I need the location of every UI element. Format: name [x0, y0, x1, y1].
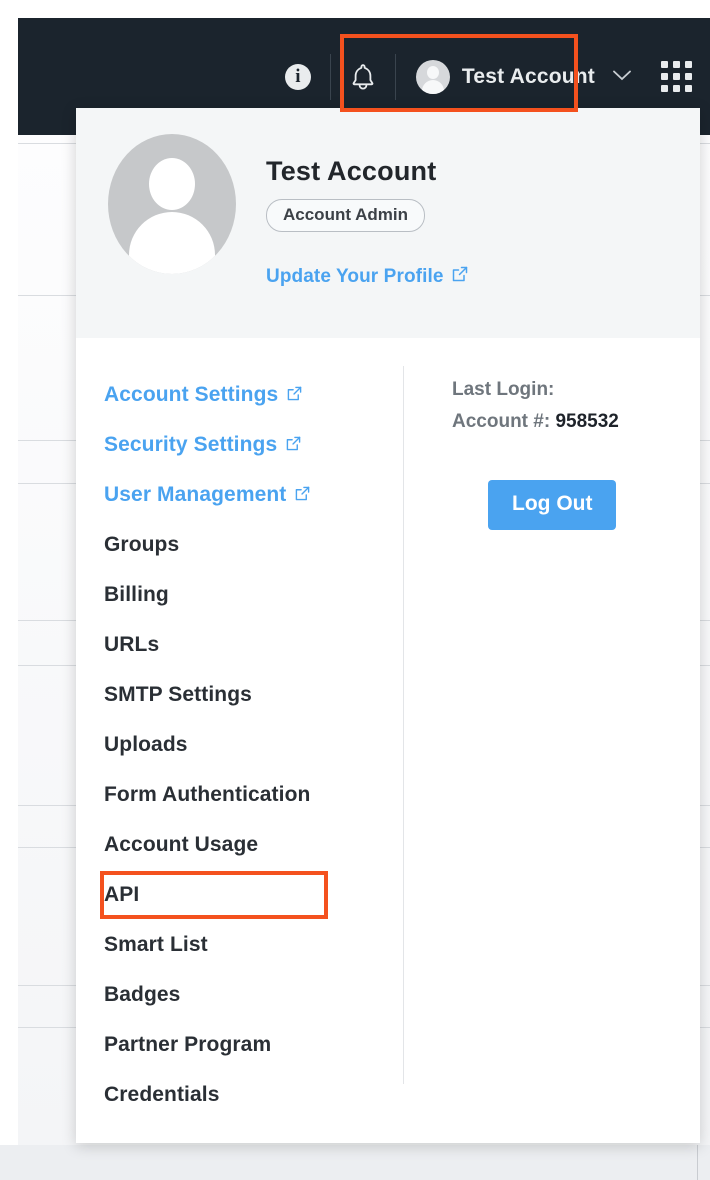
external-link-icon — [452, 266, 468, 288]
chevron-down-icon — [613, 68, 631, 86]
external-link-icon — [286, 433, 301, 457]
menu-item-label: User Management — [104, 483, 287, 506]
last-login-row: Last Login: — [452, 374, 700, 406]
panel-body: Account Settings Security Settings User … — [76, 338, 700, 1120]
account-dropdown-panel: Test Account Account Admin Update Your P… — [76, 108, 700, 1143]
info-icon: i — [284, 63, 311, 90]
apps-grid-icon[interactable] — [661, 61, 692, 92]
menu-item-credentials[interactable]: Credentials — [104, 1070, 403, 1120]
menu-item-label: Partner Program — [104, 1033, 272, 1056]
menu-item-label: URLs — [104, 633, 160, 656]
menu-item-label: Uploads — [104, 733, 188, 756]
menu-item-label: Form Authentication — [104, 783, 311, 806]
account-menu-button[interactable]: Test Account — [406, 46, 645, 108]
notifications-button[interactable] — [341, 47, 385, 107]
info-button[interactable]: i — [276, 47, 320, 107]
update-profile-link[interactable]: Update Your Profile — [266, 266, 468, 288]
menu-item-urls[interactable]: URLs — [104, 620, 403, 670]
menu-item-label: Groups — [104, 533, 180, 556]
panel-header-text: Test Account Account Admin Update Your P… — [236, 134, 468, 288]
external-link-icon — [295, 483, 310, 507]
menu-item-api[interactable]: API — [104, 870, 403, 920]
background-right-edge — [697, 1145, 698, 1180]
account-number-row: Account #: 958532 — [452, 406, 700, 438]
external-link-icon — [287, 383, 302, 407]
menu-item-badges[interactable]: Badges — [104, 970, 403, 1020]
toolbar-divider — [329, 53, 331, 100]
avatar — [108, 134, 236, 274]
menu-item-label: Billing — [104, 583, 169, 606]
menu-item-label: Credentials — [104, 1083, 220, 1106]
menu-item-account-usage[interactable]: Account Usage — [104, 820, 403, 870]
menu-item-account-settings[interactable]: Account Settings — [104, 370, 403, 420]
menu-item-label: API — [104, 883, 140, 906]
role-badge: Account Admin — [266, 199, 425, 232]
background-bottom-strip — [0, 1145, 710, 1180]
menu-item-partner-program[interactable]: Partner Program — [104, 1020, 403, 1070]
account-number-label: Account #: — [452, 411, 551, 432]
menu-item-security-settings[interactable]: Security Settings — [104, 420, 403, 470]
menu-item-smart-list[interactable]: Smart List — [104, 920, 403, 970]
account-name: Test Account — [266, 156, 437, 186]
account-number-value: 958532 — [555, 411, 619, 432]
account-info-column: Last Login: Account #: 958532 Log Out — [404, 356, 700, 1120]
menu-item-groups[interactable]: Groups — [104, 520, 403, 570]
menu-item-uploads[interactable]: Uploads — [104, 720, 403, 770]
last-login-label: Last Login: — [452, 379, 555, 400]
account-name-label: Test Account — [461, 64, 595, 88]
menu-item-smtp-settings[interactable]: SMTP Settings — [104, 670, 403, 720]
menu-item-label: Badges — [104, 983, 181, 1006]
update-profile-label: Update Your Profile — [266, 266, 444, 287]
menu-item-billing[interactable]: Billing — [104, 570, 403, 620]
menu-item-user-management[interactable]: User Management — [104, 470, 403, 520]
screen-root: i Test Account Test Account Account Admi… — [0, 0, 710, 1180]
menu-item-label: SMTP Settings — [104, 683, 252, 706]
account-menu-list: Account Settings Security Settings User … — [76, 356, 403, 1120]
panel-header: Test Account Account Admin Update Your P… — [76, 108, 700, 338]
menu-item-label: Smart List — [104, 933, 208, 956]
bell-icon — [352, 63, 374, 90]
menu-item-form-authentication[interactable]: Form Authentication — [104, 770, 403, 820]
toolbar-divider — [394, 53, 396, 100]
avatar — [415, 59, 450, 94]
menu-item-label: Security Settings — [104, 433, 278, 456]
menu-item-label: Account Settings — [104, 383, 279, 406]
log-out-button[interactable]: Log Out — [488, 480, 617, 530]
menu-item-label: Account Usage — [104, 833, 259, 856]
